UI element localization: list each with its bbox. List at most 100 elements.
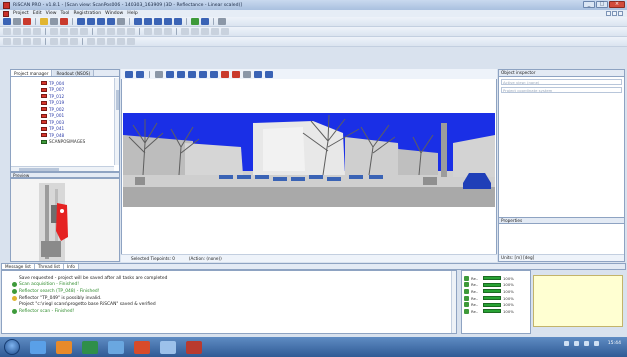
undo-icon[interactable] bbox=[221, 70, 229, 78]
layer-icon[interactable] bbox=[211, 28, 219, 35]
render-icon[interactable] bbox=[87, 38, 95, 45]
front-view-icon[interactable] bbox=[50, 38, 58, 45]
grid-icon[interactable] bbox=[134, 18, 142, 25]
active-view-field[interactable]: Active view: (none) bbox=[501, 79, 622, 85]
tree-item[interactable]: SCANPOSIMAGES bbox=[41, 139, 85, 146]
rotate-icon[interactable] bbox=[33, 28, 41, 35]
triangle-icon[interactable] bbox=[164, 28, 172, 35]
pan-icon[interactable] bbox=[13, 38, 21, 45]
volume-icon[interactable] bbox=[573, 341, 579, 346]
zoom-icon[interactable] bbox=[3, 38, 11, 45]
view-3d-icon[interactable] bbox=[77, 18, 85, 25]
zoom-window-icon[interactable] bbox=[210, 70, 218, 78]
explorer-icon[interactable] bbox=[30, 340, 46, 354]
task-row[interactable]: Re.. 100% bbox=[464, 282, 528, 289]
view-panorama-icon[interactable] bbox=[97, 18, 105, 25]
list-icon[interactable] bbox=[154, 18, 162, 25]
color-icon[interactable] bbox=[221, 28, 229, 35]
flag-icon[interactable] bbox=[583, 341, 589, 346]
mdi-close-button[interactable] bbox=[618, 11, 623, 16]
select-icon[interactable] bbox=[13, 28, 21, 35]
tab-project-manager[interactable]: Project manager bbox=[11, 70, 53, 76]
tab-readout[interactable]: Readout (NSOS) bbox=[53, 70, 95, 76]
list-item[interactable]: Reflector search (TP_048) - Finished! bbox=[12, 288, 456, 295]
register-icon[interactable] bbox=[191, 18, 199, 25]
battery-icon[interactable] bbox=[593, 341, 599, 346]
photo-icon[interactable] bbox=[160, 340, 176, 354]
menu-registration[interactable]: Registration bbox=[73, 11, 101, 16]
clip-icon[interactable] bbox=[117, 38, 125, 45]
zoom-in-icon[interactable] bbox=[177, 70, 185, 78]
color-icon[interactable] bbox=[254, 70, 262, 78]
table-icon[interactable] bbox=[144, 18, 152, 25]
pan-icon[interactable] bbox=[166, 70, 174, 78]
menu-tool[interactable]: Tool bbox=[61, 11, 70, 16]
task-row[interactable]: Re.. 100% bbox=[464, 301, 528, 308]
tree-scrollbar-horizontal[interactable] bbox=[11, 166, 114, 171]
network-icon[interactable] bbox=[563, 341, 569, 346]
list-item[interactable]: Project "c:\riegl scans\progetto base Ri… bbox=[12, 301, 456, 308]
new-project-icon[interactable] bbox=[3, 18, 11, 25]
bookmark-icon[interactable] bbox=[201, 18, 209, 25]
scrollbar-thumb[interactable] bbox=[19, 168, 59, 171]
list-item[interactable]: Save requested - project will be saved a… bbox=[12, 275, 456, 282]
riscan-icon[interactable] bbox=[186, 340, 202, 354]
task-row[interactable]: Re.. 100% bbox=[464, 288, 528, 295]
angle-icon[interactable] bbox=[191, 28, 199, 35]
close-icon[interactable] bbox=[23, 18, 31, 25]
folder-icon[interactable] bbox=[40, 18, 48, 25]
tab-message-list[interactable]: Message list bbox=[2, 264, 35, 269]
polyline-icon[interactable] bbox=[201, 28, 209, 35]
close-button[interactable]: × bbox=[609, 1, 625, 8]
mdi-restore-button[interactable] bbox=[612, 11, 617, 16]
text-b-icon[interactable] bbox=[107, 28, 115, 35]
grid-icon[interactable] bbox=[155, 70, 163, 78]
maximize-button[interactable]: □ bbox=[596, 1, 608, 8]
arrow-right-icon[interactable] bbox=[174, 18, 182, 25]
save-icon[interactable] bbox=[50, 18, 58, 25]
side-view-icon[interactable] bbox=[60, 38, 68, 45]
mesh-icon[interactable] bbox=[154, 28, 162, 35]
notes-pane[interactable] bbox=[533, 275, 623, 327]
light-icon[interactable] bbox=[107, 38, 115, 45]
browser-icon[interactable] bbox=[108, 340, 124, 354]
text-a-icon[interactable] bbox=[97, 28, 105, 35]
menu-edit[interactable]: Edit bbox=[33, 11, 42, 16]
excel-icon[interactable] bbox=[82, 340, 98, 354]
message-scrollbar[interactable] bbox=[451, 271, 456, 333]
menu-view[interactable]: View bbox=[46, 11, 57, 16]
task-row[interactable]: Re.. 100% bbox=[464, 308, 528, 315]
export-icon[interactable] bbox=[127, 38, 135, 45]
list-item[interactable]: Reflector scan - Finished! bbox=[12, 308, 456, 315]
open-icon[interactable] bbox=[13, 18, 21, 25]
list-item[interactable]: Scan acquisition - Finished! bbox=[12, 282, 456, 289]
measure-icon[interactable] bbox=[50, 28, 58, 35]
camera-icon[interactable] bbox=[125, 70, 133, 78]
text-c-icon[interactable] bbox=[117, 28, 125, 35]
start-button[interactable] bbox=[4, 339, 20, 355]
filter-icon[interactable] bbox=[265, 70, 273, 78]
line-icon[interactable] bbox=[70, 28, 78, 35]
task-row[interactable]: Re.. 100% bbox=[464, 295, 528, 302]
tab-info[interactable]: Info bbox=[63, 264, 79, 269]
menu-project[interactable]: Project bbox=[13, 11, 29, 16]
tree-scrollbar-vertical[interactable] bbox=[114, 78, 119, 165]
settings-icon[interactable] bbox=[117, 18, 125, 25]
move-icon[interactable] bbox=[23, 28, 31, 35]
coordinate-system-field[interactable]: Project coordinate system bbox=[501, 87, 622, 93]
view-2d-icon[interactable] bbox=[87, 18, 95, 25]
filter-icon[interactable] bbox=[144, 28, 152, 35]
list-item[interactable]: Reflector "TP_049" is possibly invalid. bbox=[12, 295, 456, 302]
camera-icon[interactable] bbox=[107, 18, 115, 25]
arrow-left-icon[interactable] bbox=[164, 18, 172, 25]
menu-window[interactable]: Window bbox=[105, 11, 123, 16]
tools-icon[interactable] bbox=[218, 18, 226, 25]
app-icon[interactable] bbox=[134, 340, 150, 354]
tab-thread-list[interactable]: Thread list bbox=[34, 264, 64, 269]
clock[interactable]: 15:44 bbox=[608, 341, 621, 346]
scrollbar-thumb[interactable] bbox=[116, 90, 119, 110]
measure-icon[interactable] bbox=[243, 70, 251, 78]
info-icon[interactable] bbox=[136, 70, 144, 78]
info-icon[interactable] bbox=[181, 28, 189, 35]
shade-icon[interactable] bbox=[97, 38, 105, 45]
